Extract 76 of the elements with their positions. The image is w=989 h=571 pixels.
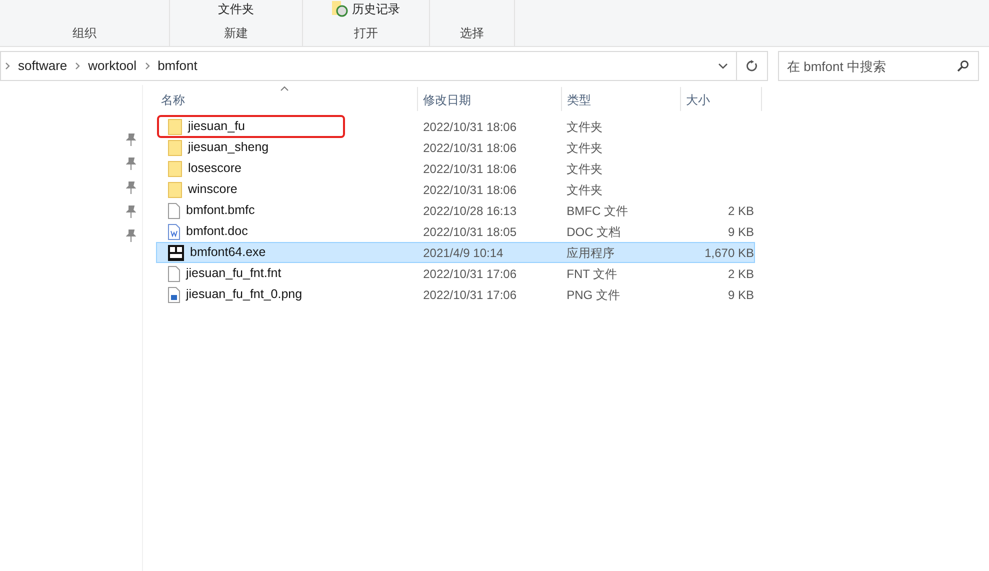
ribbon-group-label: 新建 [224, 25, 248, 42]
modified-date: 2022/10/31 18:06 [422, 140, 518, 156]
modified-date: 2022/10/31 18:06 [422, 118, 518, 136]
ribbon-group-label: 选择 [460, 25, 484, 42]
folder-icon [168, 182, 182, 198]
breadcrumb[interactable]: worktool [88, 56, 137, 76]
file-icon [168, 202, 180, 218]
file-name: bmfont.doc [186, 223, 248, 240]
pin-icon[interactable] [126, 205, 136, 219]
search-field[interactable]: 在 bmfont 中搜索 [778, 51, 979, 81]
file-row[interactable]: jiesuan_fu 2022/10/31 18:06 文件夹 [156, 116, 755, 137]
file-row[interactable]: jiesuan_fu_fnt_0.png 2022/10/31 17:06 PNG 文件 9 KB [156, 284, 755, 305]
file-size: 9 KB [728, 224, 754, 240]
chevron-icon [144, 62, 150, 70]
pin-icon[interactable] [126, 133, 136, 147]
pin-icon[interactable] [126, 229, 136, 243]
file-row[interactable]: bmfont64.exe 2021/4/9 10:14 应用程序 1,670 KB [156, 242, 755, 263]
file-name: jiesuan_sheng [188, 139, 269, 156]
modified-date: 2022/10/31 17:06 [422, 286, 518, 304]
folder-icon [168, 118, 182, 134]
file-name: jiesuan_fu_fnt_0.png [186, 286, 302, 304]
modified-date: 2022/10/31 18:06 [422, 182, 518, 198]
file-icon [168, 266, 180, 282]
modified-date: 2022/10/31 18:06 [422, 160, 518, 178]
file-size: 2 KB [728, 202, 754, 220]
column-header[interactable]: 名称 [161, 91, 185, 109]
file-type: 应用程序 [566, 244, 616, 262]
file-type: DOC 文档 [566, 224, 622, 240]
image-file-icon [168, 286, 180, 302]
breadcrumb[interactable]: software [18, 56, 68, 76]
file-type: FNT 文件 [566, 266, 618, 282]
pin-icon[interactable] [126, 181, 136, 195]
chevron-icon [75, 62, 80, 70]
column-header[interactable]: 类型 [567, 91, 591, 109]
file-name: winscore [188, 181, 238, 198]
file-type: PNG 文件 [566, 286, 621, 304]
column-header[interactable]: 大小 [686, 91, 710, 109]
file-type: 文件夹 [566, 182, 604, 198]
modified-date: 2022/10/31 18:05 [422, 224, 518, 240]
column-header[interactable]: 修改日期 [423, 91, 471, 109]
history-button[interactable]: 历史记录 [332, 0, 400, 18]
file-row[interactable]: losescore 2022/10/31 18:06 文件夹 [156, 158, 755, 179]
file-row[interactable]: jiesuan_sheng 2022/10/31 18:06 文件夹 [156, 137, 755, 158]
file-name: bmfont.bmfc [186, 202, 255, 220]
document-icon [168, 224, 180, 240]
refresh-icon [746, 60, 758, 72]
file-size: 2 KB [728, 266, 754, 282]
file-type: 文件夹 [566, 140, 604, 156]
modified-date: 2021/4/9 10:14 [422, 244, 504, 262]
file-type: 文件夹 [566, 118, 604, 136]
file-row[interactable]: bmfont.bmfc 2022/10/28 16:13 BMFC 文件 2 KB [156, 200, 755, 221]
file-row[interactable]: winscore 2022/10/31 18:06 文件夹 [156, 179, 755, 200]
folder-icon [168, 160, 182, 176]
file-name: jiesuan_fu_fnt.fnt [186, 265, 282, 282]
application-icon [168, 244, 184, 260]
modified-date: 2022/10/28 16:13 [422, 202, 518, 220]
folder-icon [168, 140, 182, 156]
breadcrumb[interactable]: bmfont [158, 56, 198, 76]
ribbon-group-label: 打开 [354, 25, 378, 42]
modified-date: 2022/10/31 17:06 [422, 266, 518, 282]
file-type: 文件夹 [566, 160, 604, 178]
file-name: jiesuan_fu [188, 118, 245, 136]
chevron-icon [5, 62, 10, 70]
file-row[interactable]: jiesuan_fu_fnt.fnt 2022/10/31 17:06 FNT 文件 2 KB [156, 263, 755, 284]
file-size: 9 KB [728, 286, 754, 304]
file-size: 1,670 KB [704, 244, 754, 262]
search-icon [957, 60, 969, 72]
dropdown-caret-icon[interactable] [718, 63, 728, 69]
file-name: bmfont64.exe [190, 244, 266, 262]
file-name: losescore [188, 160, 242, 178]
ribbon-label[interactable]: 文件夹 [218, 0, 254, 18]
file-row[interactable]: bmfont.doc 2022/10/31 18:05 DOC 文档 9 KB [156, 221, 755, 242]
pin-icon[interactable] [126, 157, 136, 171]
ribbon-group-label: 组织 [72, 25, 96, 42]
address-bar[interactable]: software worktool bmfont [0, 51, 768, 81]
file-type: BMFC 文件 [566, 202, 629, 220]
